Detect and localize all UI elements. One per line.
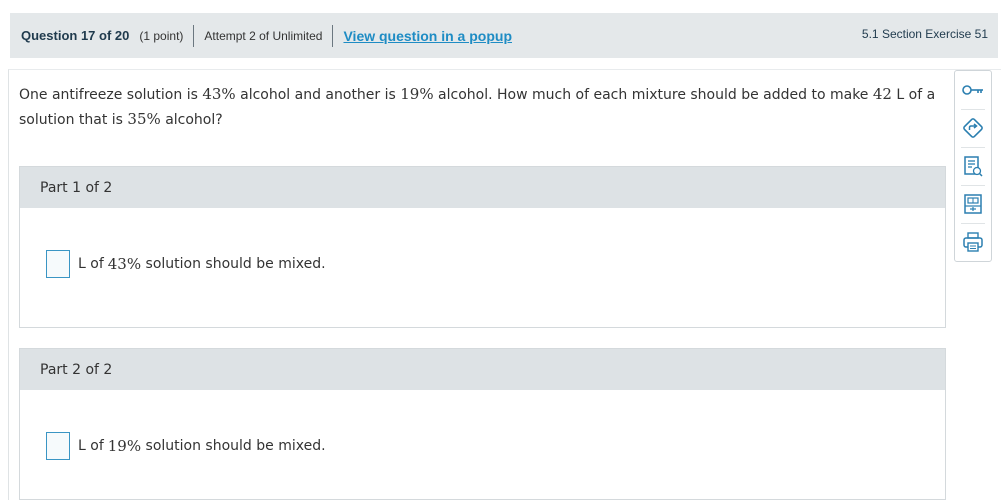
question-header: Question 17 of 20 (1 point) Attempt 2 of… (10, 13, 998, 58)
answer-percent: 19% (107, 437, 142, 455)
question-value: 43% (202, 85, 236, 103)
header-divider (332, 24, 334, 47)
part-label: Part 1 of 2 (40, 179, 113, 196)
part-1-answer-input[interactable] (46, 250, 70, 278)
part-1-panel: Part 1 of 2 L of 43% solution should be … (19, 166, 946, 328)
attempt-counter: Attempt 2 of Unlimited (204, 28, 323, 43)
key-icon[interactable] (955, 71, 991, 109)
notes-icon[interactable] (955, 147, 991, 185)
part-1-answer-row: L of 43% solution should be mixed. (46, 250, 326, 278)
question-number: Question 17 of 20 (21, 28, 130, 43)
print-icon[interactable] (955, 223, 991, 261)
hint-arrow-icon[interactable] (955, 109, 991, 147)
question-text-segment: One antifreeze solution is (19, 87, 203, 103)
part-2-panel: Part 2 of 2 L of 19% solution should be … (19, 348, 946, 500)
answer-unit-text: L of (78, 438, 104, 454)
part-label: Part 2 of 2 (40, 361, 113, 378)
header-divider (193, 24, 195, 47)
answer-unit-text: L of (78, 256, 104, 272)
section-exercise-label: 5.1 Section Exercise 51 (861, 27, 988, 41)
answer-suffix-text: solution should be mixed. (141, 438, 326, 454)
question-value: 35% (127, 110, 161, 128)
question-text-segment: alcohol and another is (235, 87, 401, 103)
question-points: (1 point) (139, 28, 184, 43)
question-tools-toolbar (954, 70, 992, 262)
part-2-header: Part 2 of 2 (20, 349, 945, 390)
question-value: 42 (872, 85, 892, 103)
question-text: One antifreeze solution is 43% alcohol a… (19, 82, 949, 132)
part-1-header: Part 1 of 2 (20, 167, 945, 208)
view-popup-link[interactable]: View question in a popup (343, 28, 512, 44)
question-text-segment: alcohol. How much of each mixture should… (433, 87, 873, 103)
answer-suffix-text: solution should be mixed. (141, 256, 326, 272)
part-2-answer-input[interactable] (46, 432, 70, 460)
answer-percent: 43% (107, 255, 142, 273)
question-value: 19% (400, 85, 434, 103)
calculator-icon[interactable] (955, 185, 991, 223)
question-text-segment: alcohol? (160, 112, 223, 128)
part-2-answer-row: L of 19% solution should be mixed. (46, 432, 326, 460)
